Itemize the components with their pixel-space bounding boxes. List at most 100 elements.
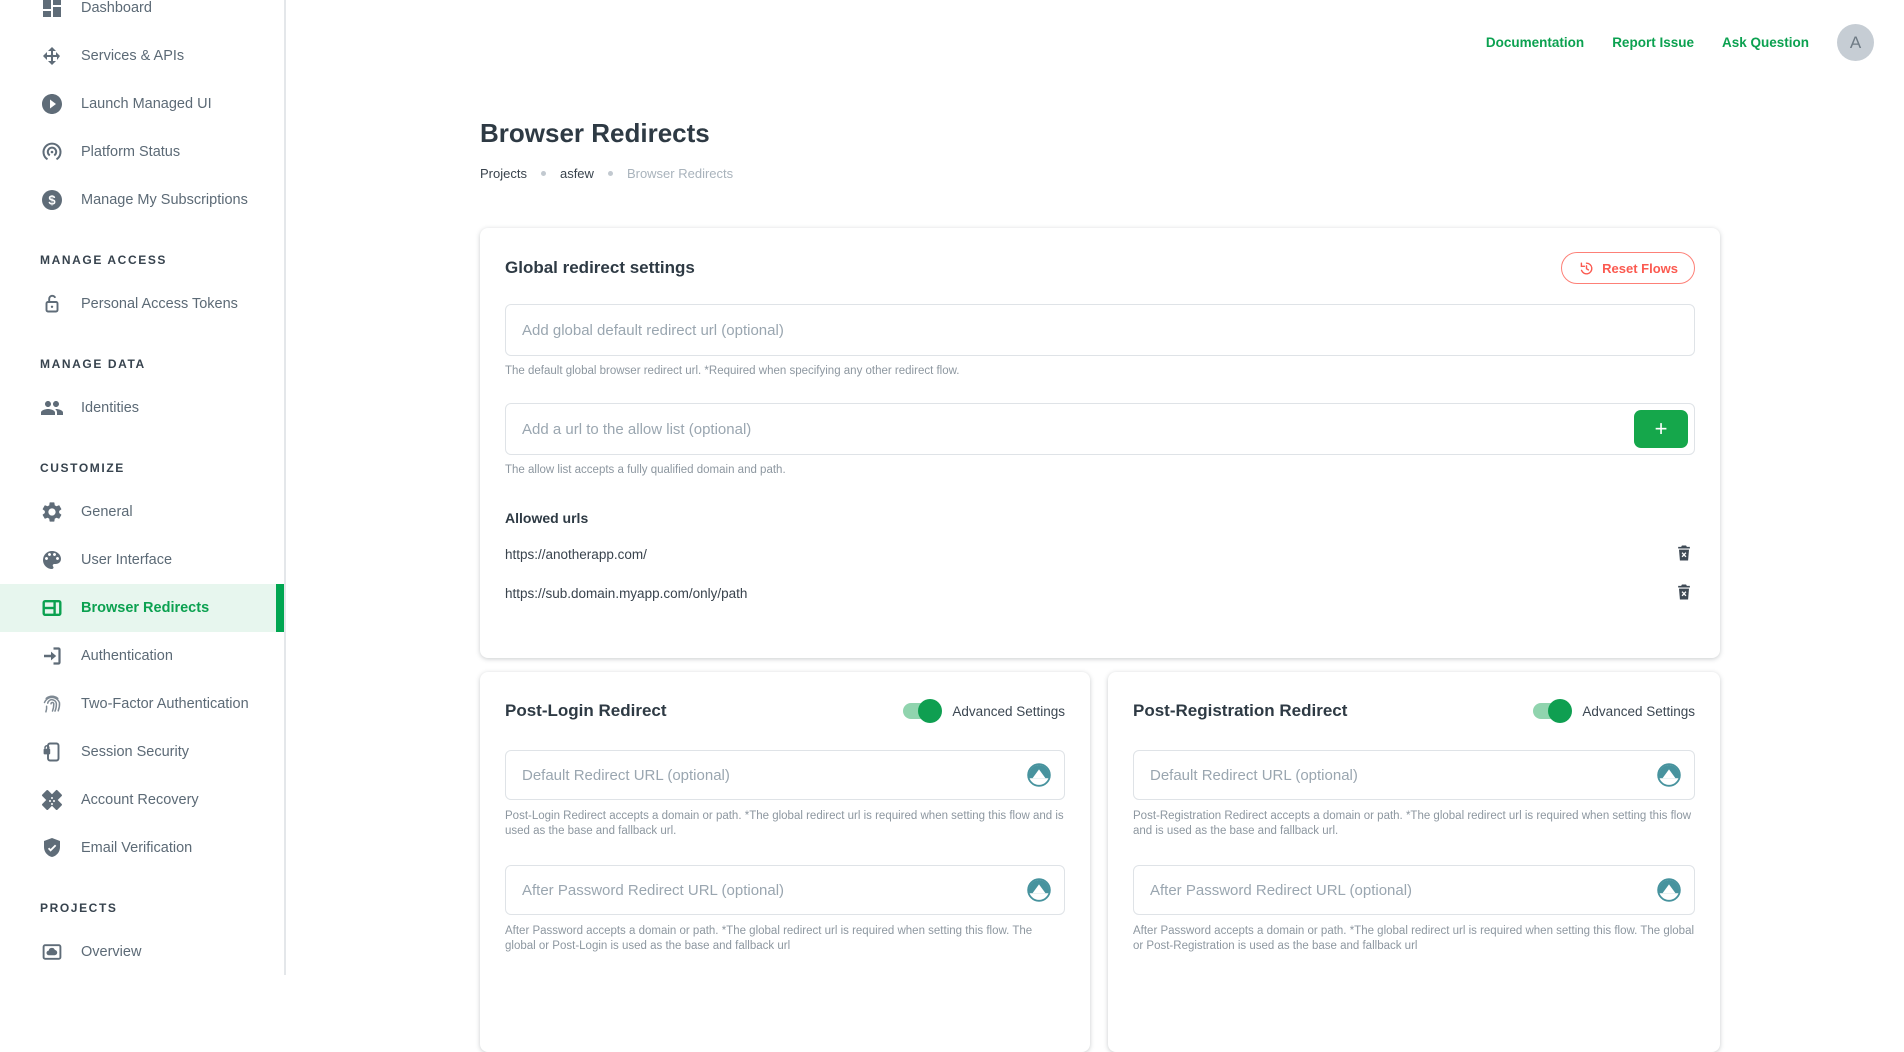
sidebar-item-launch-managed-ui[interactable]: Launch Managed UI xyxy=(0,80,284,128)
history-icon xyxy=(1578,260,1595,277)
sidebar: Dashboard Services & APIs Launch Managed… xyxy=(0,0,286,975)
sidebar-item-dashboard[interactable]: Dashboard xyxy=(0,0,284,32)
post-login-after-password-url-input[interactable] xyxy=(505,865,1065,915)
sidebar-item-label: Overview xyxy=(81,944,141,960)
report-issue-link[interactable]: Report Issue xyxy=(1612,35,1694,50)
phone-lock-icon xyxy=(40,740,64,764)
post-registration-redirect-card: Post-Registration Redirect Advanced Sett… xyxy=(1108,672,1720,1052)
top-bar: Documentation Report Issue Ask Question … xyxy=(1486,24,1874,61)
dollar-circle-icon: $ xyxy=(40,188,64,212)
allowed-url-row: https://anotherapp.com/ xyxy=(505,543,1695,565)
reset-flows-button[interactable]: Reset Flows xyxy=(1561,252,1695,284)
documentation-link[interactable]: Documentation xyxy=(1486,35,1584,50)
browser-redirects-icon xyxy=(40,596,64,620)
allowed-url-text: https://anotherapp.com/ xyxy=(505,547,647,562)
sidebar-item-label: Personal Access Tokens xyxy=(81,296,238,312)
sidebar-item-email-verification[interactable]: Email Verification xyxy=(0,824,284,872)
post-login-advanced-toggle[interactable] xyxy=(903,703,939,719)
post-registration-title: Post-Registration Redirect xyxy=(1133,701,1347,721)
svg-text:$: $ xyxy=(48,193,56,208)
sidebar-item-label: Email Verification xyxy=(81,840,192,856)
sidebar-item-services-apis[interactable]: Services & APIs xyxy=(0,32,284,80)
global-redirect-settings-card: Global redirect settings Reset Flows The… xyxy=(480,228,1720,658)
sidebar-item-general[interactable]: General xyxy=(0,488,284,536)
toggle-knob xyxy=(918,699,942,723)
sidebar-item-label: Two-Factor Authentication xyxy=(81,696,249,712)
dashboard-icon xyxy=(40,0,64,20)
lock-open-icon xyxy=(40,292,64,316)
global-card-title: Global redirect settings xyxy=(505,258,695,278)
gear-icon xyxy=(40,500,64,524)
sidebar-item-label: General xyxy=(81,504,133,520)
login-icon xyxy=(40,644,64,668)
sidebar-item-label: Manage My Subscriptions xyxy=(81,192,248,208)
fingerprint-icon xyxy=(40,692,64,716)
ask-question-link[interactable]: Ask Question xyxy=(1722,35,1809,50)
sidebar-item-label: Identities xyxy=(81,400,139,416)
delete-url-button[interactable] xyxy=(1673,543,1695,565)
add-allow-url-button[interactable]: + xyxy=(1634,410,1688,448)
people-icon xyxy=(40,396,64,420)
post-login-default-help: Post-Login Redirect accepts a domain or … xyxy=(505,809,1065,839)
sidebar-item-two-factor-authentication[interactable]: Two-Factor Authentication xyxy=(0,680,284,728)
reset-flows-label: Reset Flows xyxy=(1602,261,1678,276)
healing-icon xyxy=(40,788,64,812)
sidebar-item-label: Session Security xyxy=(81,744,189,760)
post-login-after-help: After Password accepts a domain or path.… xyxy=(505,924,1065,954)
toggle-knob xyxy=(1548,699,1572,723)
sidebar-item-label: Account Recovery xyxy=(81,792,199,808)
sidebar-item-label: Browser Redirects xyxy=(81,600,209,616)
play-circle-icon xyxy=(40,92,64,116)
sidebar-item-user-interface[interactable]: User Interface xyxy=(0,536,284,584)
allowed-url-text: https://sub.domain.myapp.com/only/path xyxy=(505,586,747,601)
url-variable-picker-button[interactable] xyxy=(1656,762,1682,788)
platform-status-icon xyxy=(40,140,64,164)
url-variable-picker-button[interactable] xyxy=(1026,877,1052,903)
post-registration-advanced-toggle[interactable] xyxy=(1533,703,1569,719)
sidebar-item-manage-my-subscriptions[interactable]: $ Manage My Subscriptions xyxy=(0,176,284,224)
sidebar-item-platform-status[interactable]: Platform Status xyxy=(0,128,284,176)
post-registration-default-help: Post-Registration Redirect accepts a dom… xyxy=(1133,809,1695,839)
breadcrumb-projects[interactable]: Projects xyxy=(480,166,527,181)
global-default-redirect-url-input[interactable] xyxy=(505,304,1695,356)
breadcrumb: Projects asfew Browser Redirects xyxy=(480,166,733,181)
breadcrumb-project-name[interactable]: asfew xyxy=(560,166,594,181)
sidebar-item-label: Authentication xyxy=(81,648,173,664)
sidebar-item-overview[interactable]: Overview xyxy=(0,928,284,975)
post-registration-after-help: After Password accepts a domain or path.… xyxy=(1133,924,1695,954)
shield-check-icon xyxy=(40,836,64,860)
sidebar-section-customize: CUSTOMIZE xyxy=(0,432,284,488)
main-area: Documentation Report Issue Ask Question … xyxy=(286,0,1904,975)
breadcrumb-current: Browser Redirects xyxy=(627,166,733,181)
sidebar-section-manage-access: MANAGE ACCESS xyxy=(0,224,284,280)
avatar[interactable]: A xyxy=(1837,24,1874,61)
page-title: Browser Redirects xyxy=(480,118,710,149)
post-login-redirect-card: Post-Login Redirect Advanced Settings Po… xyxy=(480,672,1090,1052)
url-variable-picker-button[interactable] xyxy=(1656,877,1682,903)
post-registration-after-password-url-input[interactable] xyxy=(1133,865,1695,915)
sidebar-item-account-recovery[interactable]: Account Recovery xyxy=(0,776,284,824)
allow-list-url-input[interactable] xyxy=(505,403,1695,455)
sidebar-item-personal-access-tokens[interactable]: Personal Access Tokens xyxy=(0,280,284,328)
url-variable-picker-button[interactable] xyxy=(1026,762,1052,788)
sidebar-item-authentication[interactable]: Authentication xyxy=(0,632,284,680)
sidebar-nav: Dashboard Services & APIs Launch Managed… xyxy=(0,0,284,975)
services-apis-icon xyxy=(40,44,64,68)
post-login-title: Post-Login Redirect xyxy=(505,701,667,721)
allowed-urls-title: Allowed urls xyxy=(505,510,1695,526)
sidebar-item-identities[interactable]: Identities xyxy=(0,384,284,432)
breadcrumb-separator xyxy=(541,171,546,176)
plus-icon: + xyxy=(1655,416,1668,442)
sidebar-item-browser-redirects[interactable]: Browser Redirects xyxy=(0,584,284,632)
cloud-box-icon xyxy=(40,940,64,964)
allowed-url-row: https://sub.domain.myapp.com/only/path xyxy=(505,582,1695,604)
post-login-default-url-input[interactable] xyxy=(505,750,1065,800)
post-registration-default-url-input[interactable] xyxy=(1133,750,1695,800)
sidebar-item-label: User Interface xyxy=(81,552,172,568)
delete-url-button[interactable] xyxy=(1673,582,1695,604)
sidebar-item-session-security[interactable]: Session Security xyxy=(0,728,284,776)
post-registration-toggle-label: Advanced Settings xyxy=(1582,704,1695,719)
sidebar-section-projects: PROJECTS xyxy=(0,872,284,928)
sidebar-item-label: Platform Status xyxy=(81,144,180,160)
sidebar-item-label: Launch Managed UI xyxy=(81,96,212,112)
